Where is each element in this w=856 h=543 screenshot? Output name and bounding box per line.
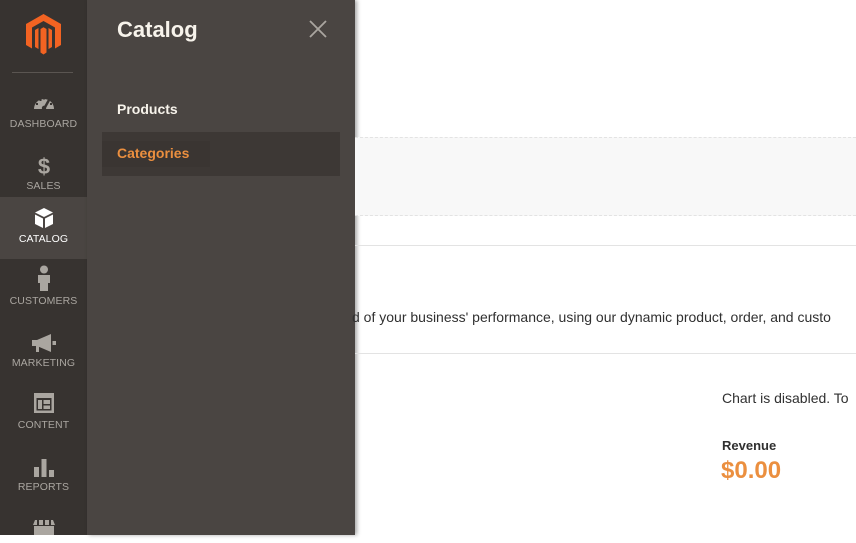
divider (355, 245, 856, 246)
dollar-icon: $ (0, 154, 87, 178)
sidebar-item-marketing[interactable]: MARKETING (0, 327, 87, 389)
sidebar-item-reports[interactable]: REPORTS (0, 451, 87, 513)
dashboard-main: d of your business' performance, using o… (352, 0, 856, 535)
layout-icon (0, 392, 87, 416)
sidebar-item-catalog[interactable]: CATALOG (0, 197, 87, 259)
magento-logo-icon (26, 14, 61, 55)
sidebar-item-dashboard[interactable]: DASHBOARD (0, 80, 87, 142)
flyout-item-categories[interactable]: Categories (102, 132, 340, 176)
sidebar-item-label: CATALOG (18, 233, 69, 245)
person-icon (0, 265, 87, 291)
sidebar-item-content[interactable]: CONTENT (0, 389, 87, 451)
sidebar-item-customers[interactable]: CUSTOMERS (0, 265, 87, 327)
admin-sidebar: DASHBOARD $ SALES CATALOG CUSTOMERS MARK… (0, 0, 87, 535)
magento-logo[interactable] (0, 0, 87, 73)
sidebar-item-label: DASHBOARD (9, 118, 78, 130)
chart-disabled-message: Chart is disabled. To (722, 390, 849, 406)
divider (355, 353, 856, 354)
megaphone-icon (0, 333, 87, 357)
sidebar-item-label: REPORTS (17, 481, 70, 493)
catalog-flyout-menu: Catalog Products Categories (87, 0, 355, 535)
dashboard-intro-text: d of your business' performance, using o… (352, 309, 831, 325)
sidebar-item-label: CUSTOMERS (9, 295, 78, 307)
sidebar-divider (12, 72, 73, 73)
svg-text:$: $ (37, 154, 49, 178)
revenue-value: $0.00 (721, 457, 782, 484)
flyout-item-label: Products (117, 101, 178, 117)
cube-icon (0, 207, 87, 231)
sidebar-item-label: CONTENT (17, 419, 70, 431)
flyout-title: Catalog (117, 17, 198, 42)
store-icon (0, 519, 87, 543)
close-icon (309, 20, 327, 38)
sidebar-item-stores[interactable] (0, 513, 87, 535)
close-button[interactable] (308, 19, 328, 39)
notice-area (355, 137, 856, 216)
speedometer-icon (0, 92, 87, 116)
bar-chart-icon (0, 457, 87, 481)
revenue-label: Revenue (722, 438, 777, 453)
sidebar-item-label: SALES (26, 180, 61, 192)
flyout-item-products[interactable]: Products (102, 88, 340, 132)
sidebar-item-label: MARKETING (11, 357, 76, 369)
flyout-item-label: Categories (117, 145, 190, 161)
sidebar-item-sales[interactable]: $ SALES (0, 142, 87, 204)
